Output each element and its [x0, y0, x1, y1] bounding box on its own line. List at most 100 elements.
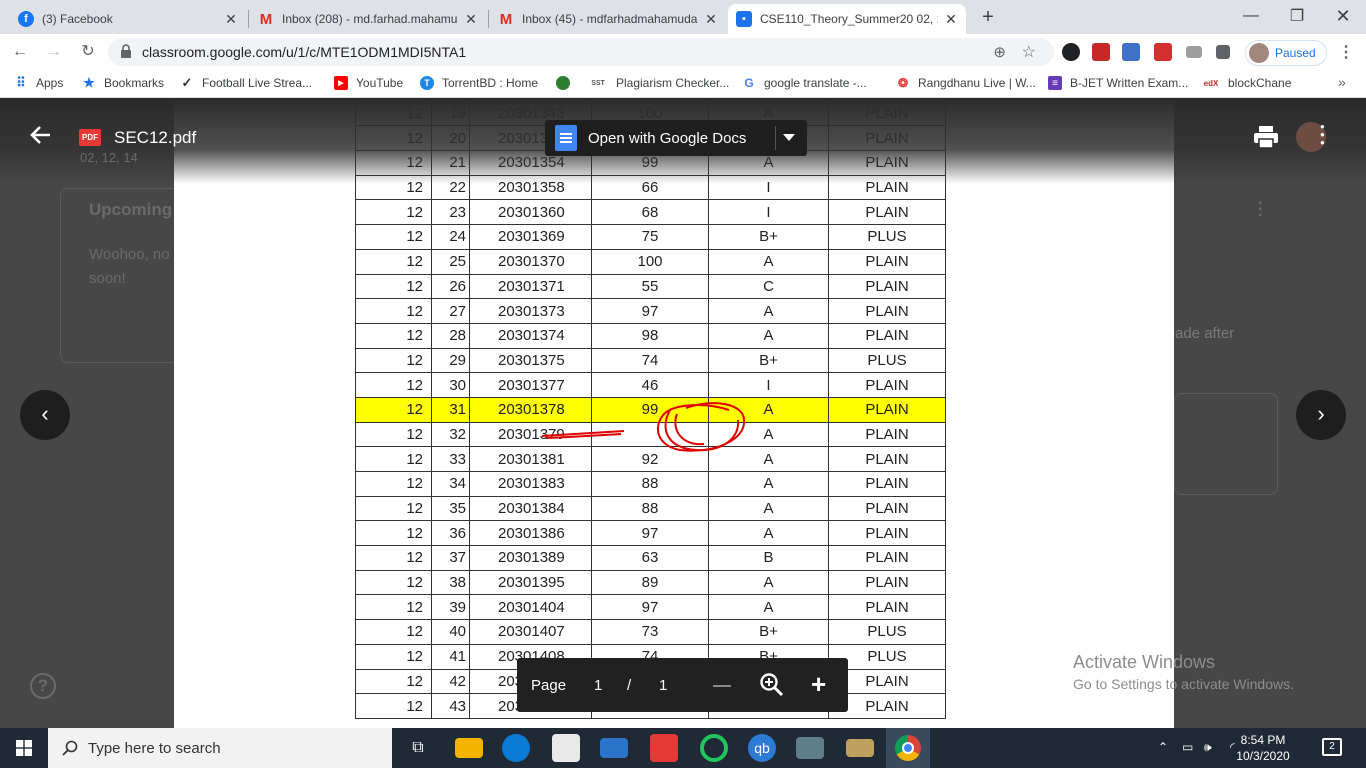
zoom-plus-icon[interactable]: +: [811, 669, 826, 700]
bookmark-bookmarks[interactable]: ★ Bookmarks: [82, 75, 164, 90]
reload-button[interactable]: ↻: [76, 40, 100, 64]
close-window-button[interactable]: ✕: [1320, 0, 1366, 32]
minimize-button[interactable]: —: [1228, 0, 1274, 32]
zoom-out-icon[interactable]: [713, 685, 731, 687]
taskbar-search-box[interactable]: Type here to search: [48, 728, 392, 768]
app-icon[interactable]: [700, 734, 728, 762]
browser-menu-icon[interactable]: ⋮: [1338, 42, 1354, 62]
bookmark-star-icon[interactable]: ☆: [1022, 42, 1036, 62]
bookmark-bjet[interactable]: ≡ B-JET Written Exam...: [1048, 76, 1188, 90]
battery-icon[interactable]: ▭: [1182, 740, 1193, 754]
activate-windows-title: Activate Windows: [1073, 652, 1216, 672]
show-hidden-icons[interactable]: ⌃: [1158, 740, 1168, 754]
tab-divider: [248, 10, 249, 28]
bookmark-plagiarism[interactable]: SST Plagiarism Checker...: [588, 76, 729, 90]
circle-annotation: [656, 402, 746, 452]
bookmark-google-translate[interactable]: G google translate -...: [742, 76, 866, 90]
new-tab-button[interactable]: +: [976, 6, 1000, 30]
bookmarks-overflow-button[interactable]: »: [1338, 74, 1346, 90]
app-icon[interactable]: [846, 739, 874, 757]
qbittorrent-icon[interactable]: qb: [748, 734, 776, 762]
upcoming-text: soon!: [89, 270, 126, 287]
address-bar[interactable]: classroom.google.com/u/1/c/MTE1ODM1MDI5N…: [108, 38, 1054, 66]
more-vert-icon: · · ·: [1258, 195, 1264, 224]
star-icon: ★: [83, 75, 95, 90]
task-view-icon[interactable]: ⧉: [404, 734, 432, 762]
bookmark-blockchane[interactable]: edX blockChane: [1202, 76, 1292, 90]
tab-title: Inbox (208) - md.farhad.mahamu: [282, 12, 458, 26]
gmail-icon: M: [259, 10, 273, 28]
bookmark-football[interactable]: ✓ Football Live Strea...: [180, 75, 313, 90]
zoom-icon[interactable]: ⊕: [993, 43, 1006, 61]
restore-button[interactable]: ❐: [1274, 0, 1320, 32]
next-file-button[interactable]: ›: [1296, 390, 1346, 440]
close-icon[interactable]: ✕: [464, 11, 478, 28]
bookmarks-bar: ⠿ Apps ★ Bookmarks ✓ Football Live Strea…: [0, 70, 1366, 98]
app-icon[interactable]: [650, 734, 678, 762]
tab-divider: [488, 10, 489, 28]
url-text: classroom.google.com/u/1/c/MTE1ODM1MDI5N…: [142, 44, 467, 60]
chevron-down-icon[interactable]: [783, 134, 795, 141]
tab-facebook[interactable]: f (3) Facebook ✕: [10, 4, 246, 34]
file-explorer-icon[interactable]: [455, 738, 483, 758]
close-icon[interactable]: ✕: [704, 11, 718, 28]
taskbar-clock[interactable]: 8:54 PM 10/3/2020: [1228, 732, 1298, 764]
gmail-icon: M: [499, 10, 513, 28]
camera-extension-icon[interactable]: [1122, 43, 1140, 61]
bookmark-torrentbd[interactable]: T TorrentBD : Home: [420, 76, 538, 90]
zoom-in-icon[interactable]: [759, 672, 785, 698]
page-controls: Page 1 / 1 +: [517, 658, 848, 712]
google-icon: G: [744, 76, 754, 90]
search-icon: [62, 740, 78, 756]
close-icon[interactable]: ✕: [224, 11, 238, 28]
bookmark-rangdhanu[interactable]: ❂ Rangdhanu Live | W...: [896, 76, 1036, 90]
extension-icon[interactable]: [1092, 43, 1110, 61]
profile-button[interactable]: Paused: [1245, 40, 1327, 66]
close-icon[interactable]: ✕: [944, 11, 958, 28]
avatar: [1249, 43, 1269, 63]
forward-button[interactable]: →: [42, 40, 66, 64]
page-current-input[interactable]: 1: [594, 677, 602, 694]
facebook-icon: f: [18, 11, 34, 27]
print-icon[interactable]: [1253, 125, 1279, 149]
youtube-icon: ▶: [334, 76, 348, 90]
open-with-google-docs-button[interactable]: Open with Google Docs: [545, 120, 807, 156]
more-vert-icon[interactable]: ● ● ●: [1320, 123, 1325, 147]
post-card: [1174, 393, 1278, 495]
puzzle-extensions-icon[interactable]: [1216, 45, 1230, 59]
rangdhanu-icon: ❂: [897, 76, 909, 90]
windows-start-icon[interactable]: [16, 740, 32, 756]
bookmark-youtube[interactable]: ▶ YouTube: [334, 76, 403, 90]
mail-icon[interactable]: [600, 738, 628, 758]
store-icon[interactable]: [552, 734, 580, 762]
tab-title: Inbox (45) - mdfarhadmahamuda: [522, 12, 698, 26]
bookmark-apps[interactable]: ⠿ Apps: [14, 75, 63, 90]
back-button[interactable]: ←: [8, 40, 32, 64]
extension-icon[interactable]: [1062, 43, 1080, 61]
volume-icon[interactable]: 🕪: [1204, 740, 1212, 755]
annotation-layer: [541, 402, 746, 452]
classroom-icon: ▪: [736, 11, 752, 27]
help-icon[interactable]: ?: [30, 673, 56, 699]
extension-icon[interactable]: [1186, 46, 1202, 58]
upcoming-heading: Upcoming: [89, 200, 173, 219]
back-arrow-icon[interactable]: [28, 122, 54, 148]
open-with-label: Open with Google Docs: [588, 129, 747, 147]
page-total: 1: [659, 677, 668, 694]
activate-windows-subtitle: Go to Settings to activate Windows.: [1073, 676, 1294, 692]
chrome-icon: [895, 735, 921, 761]
notification-icon[interactable]: 2: [1322, 738, 1342, 756]
chrome-taskbar-item[interactable]: [886, 728, 930, 768]
tab-title: CSE110_Theory_Summer20 02, 1: [760, 12, 938, 26]
pdf-page: 12182030134099APLAIN121920301343100APLAI…: [174, 98, 1174, 728]
edge-icon[interactable]: [502, 734, 530, 762]
tab-gmail-2[interactable]: M Inbox (45) - mdfarhadmahamuda ✕: [490, 4, 726, 34]
post-text: ade after: [1175, 325, 1235, 342]
football-icon: ✓: [181, 75, 193, 90]
tab-gmail-1[interactable]: M Inbox (208) - md.farhad.mahamu ✕: [250, 4, 486, 34]
bookmark-green[interactable]: [556, 76, 578, 90]
tab-classroom[interactable]: ▪ CSE110_Theory_Summer20 02, 1 ✕: [728, 4, 966, 34]
app-icon[interactable]: [796, 737, 824, 759]
extension-icon[interactable]: [1154, 43, 1172, 61]
previous-file-button[interactable]: ‹: [20, 390, 70, 440]
